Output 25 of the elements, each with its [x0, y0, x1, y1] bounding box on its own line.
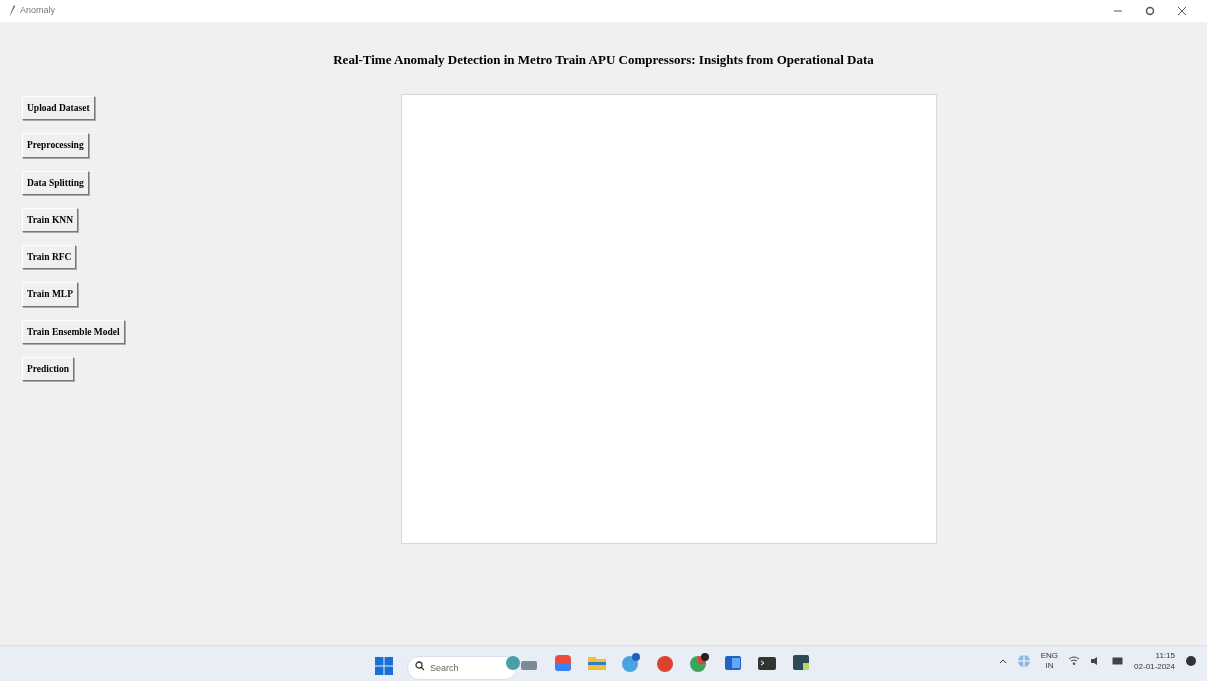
chevron-up-icon[interactable]	[998, 658, 1007, 664]
action-button[interactable]: Train RFC	[22, 245, 77, 270]
action-button[interactable]: Train Ensemble Model	[22, 319, 125, 344]
window-title: Anomaly	[20, 4, 55, 18]
restore-icon[interactable]	[1145, 6, 1155, 16]
action-button[interactable]: Train KNN	[22, 207, 78, 232]
clock-time[interactable]: 11:15	[1155, 650, 1175, 661]
language-indicator[interactable]: ENG	[1040, 651, 1059, 661]
region-indicator[interactable]: IN	[1045, 661, 1054, 671]
app-icon[interactable]	[505, 653, 539, 673]
search-icon	[415, 661, 425, 671]
clock-date[interactable]: 02-01-2024	[1134, 661, 1175, 672]
action-button[interactable]: Upload Dataset	[22, 96, 95, 121]
app-icon[interactable]	[791, 653, 811, 673]
action-button[interactable]: Prediction	[22, 356, 75, 381]
close-icon[interactable]	[1177, 6, 1187, 16]
action-button[interactable]: Train MLP	[22, 282, 78, 307]
action-button[interactable]: Preprocessing	[22, 133, 89, 158]
windows-start-icon[interactable]	[375, 657, 393, 675]
app-icon[interactable]	[655, 653, 675, 673]
search-field[interactable]: Search	[407, 656, 517, 680]
wifi-icon[interactable]	[1068, 656, 1081, 666]
action-button[interactable]: Data Splitting	[22, 170, 89, 195]
app-icon[interactable]	[723, 653, 743, 673]
heading: Real-Time Anomaly Detection in Metro Train APU Compressors: Insights from Operational Data	[333, 52, 874, 67]
